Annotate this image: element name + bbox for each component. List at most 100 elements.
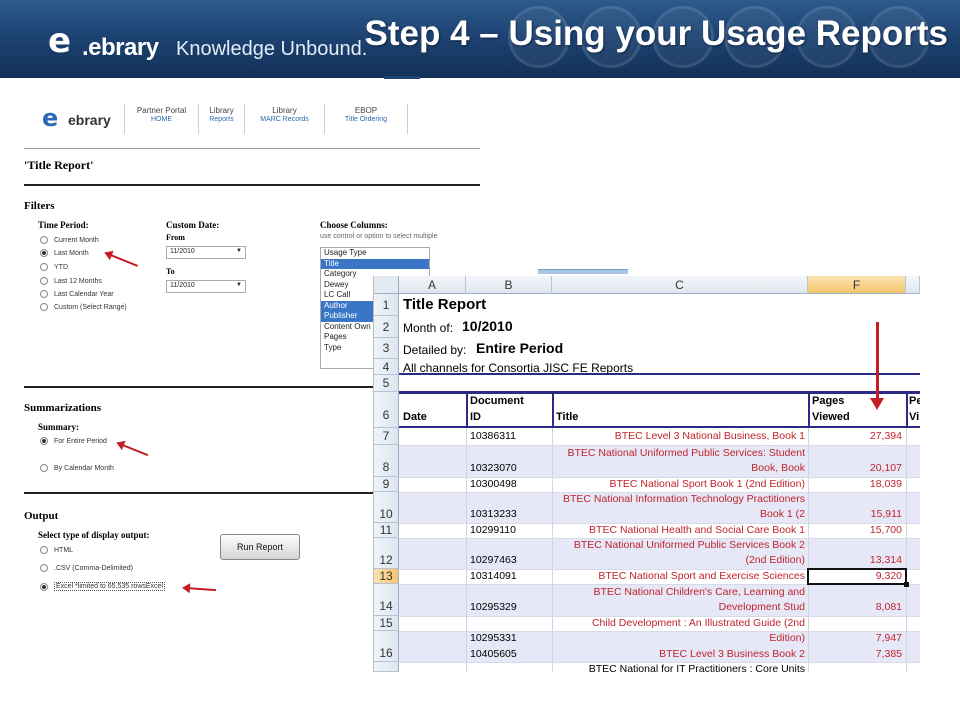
doc-id-cell[interactable]: 10299110 — [470, 524, 516, 536]
header-next[interactable]: Vi — [909, 411, 919, 423]
doc-id-cell[interactable]: 10386311 — [470, 430, 516, 442]
doc-id-cell[interactable]: 10405605 — [470, 648, 517, 660]
pages-cell[interactable]: 15,911 — [812, 508, 902, 520]
radio-button[interactable] — [40, 464, 48, 472]
radio-button[interactable] — [40, 263, 48, 271]
title-cell[interactable]: BTEC Level 3 National Business, Book 1 — [556, 430, 805, 442]
row-header[interactable]: 1 — [374, 294, 399, 316]
pages-cell[interactable]: 7,947 — [812, 632, 902, 644]
title-cell-line2[interactable]: (2nd Edition) — [556, 554, 805, 566]
row-header[interactable]: 3 — [374, 338, 399, 359]
radio-button[interactable] — [40, 290, 48, 298]
radio-custom-range[interactable]: Custom (Select Range) — [40, 303, 127, 311]
doc-id-cell[interactable]: 10295331 — [470, 632, 517, 644]
title-cell-line1[interactable]: BTEC National Uniformed Public Services:… — [556, 447, 805, 459]
header-pages[interactable]: Pages — [812, 395, 844, 407]
radio-last-month[interactable]: Last Month — [40, 249, 89, 257]
row-header-active[interactable]: 13 — [374, 569, 399, 584]
column-header-b[interactable]: B — [466, 276, 552, 294]
row-header[interactable]: 16 — [374, 631, 399, 662]
run-report-button[interactable]: Run Report — [220, 534, 300, 560]
title-cell-line2[interactable]: Edition) — [556, 632, 805, 644]
select-all-corner[interactable] — [374, 276, 399, 294]
row-header[interactable]: 11 — [374, 523, 399, 538]
header-id[interactable]: ID — [470, 411, 481, 423]
doc-id-cell[interactable]: 10300498 — [470, 478, 517, 490]
title-cell[interactable]: BTEC National Sport and Exercise Science… — [556, 570, 805, 582]
pages-cell[interactable]: 13,314 — [812, 554, 902, 566]
doc-id-cell[interactable]: 10295329 — [470, 601, 517, 613]
row-header[interactable]: 8 — [374, 445, 399, 477]
radio-last-12-months[interactable]: Last 12 Months — [40, 277, 102, 285]
month-label-cell[interactable]: Month of: — [403, 321, 453, 335]
title-cell-partial[interactable]: BTEC National for IT Practitioners : Cor… — [556, 663, 805, 672]
doc-id-cell[interactable]: 10323070 — [470, 462, 517, 474]
row-header[interactable]: 2 — [374, 316, 399, 338]
row-header[interactable]: 5 — [374, 375, 399, 392]
radio-button-selected[interactable] — [40, 437, 48, 445]
radio-calendar-month[interactable]: By Calendar Month — [40, 464, 114, 472]
doc-id-cell[interactable]: 10297463 — [470, 554, 517, 566]
nav-library-reports[interactable]: Library Reports — [198, 104, 244, 134]
doc-id-cell[interactable]: 10314091 — [470, 570, 517, 582]
column-header-f[interactable]: F — [808, 276, 906, 294]
detailed-label-cell[interactable]: Detailed by: — [403, 343, 466, 357]
row-header[interactable] — [374, 662, 399, 672]
pages-cell[interactable]: 7,385 — [812, 648, 902, 660]
title-cell-line1[interactable]: BTEC National Children's Care, Learning … — [556, 586, 805, 598]
radio-current-month[interactable]: Current Month — [40, 236, 99, 244]
radio-button-selected[interactable] — [40, 582, 48, 591]
radio-last-calendar-year[interactable]: Last Calendar Year — [40, 290, 114, 298]
column-option[interactable]: Usage Type — [321, 248, 429, 259]
column-option-selected[interactable]: Title — [321, 258, 429, 269]
radio-excel[interactable]: Excel *limited to 65,535 rowsExcel — [40, 582, 165, 591]
header-document[interactable]: Document — [470, 395, 524, 407]
radio-button[interactable] — [40, 546, 48, 554]
title-cell[interactable]: BTEC Level 3 Business Book 2 — [556, 648, 805, 660]
radio-entire-period[interactable]: For Entire Period — [40, 437, 107, 445]
radio-button-selected[interactable] — [40, 249, 48, 257]
month-value-cell[interactable]: 10/2010 — [462, 318, 513, 334]
title-cell-line2[interactable]: Book, Book — [556, 462, 805, 474]
report-title-cell[interactable]: Title Report — [403, 296, 486, 313]
active-cell-outline[interactable] — [807, 568, 909, 587]
detailed-value-cell[interactable]: Entire Period — [476, 340, 563, 356]
row-header[interactable]: 12 — [374, 538, 399, 569]
title-cell-line2[interactable]: Development Stud — [556, 601, 805, 613]
to-date-select[interactable]: 11/2010 ▼ — [166, 280, 246, 293]
column-header-a[interactable]: A — [399, 276, 466, 294]
nav-marc-records[interactable]: Library MARC Records — [244, 104, 324, 134]
title-cell-line1[interactable]: Child Development : An Illustrated Guide… — [556, 617, 805, 629]
title-cell-line1[interactable]: BTEC National Information Technology Pra… — [556, 493, 805, 505]
nav-partner-portal[interactable]: Partner Portal HOME — [124, 104, 198, 134]
header-date[interactable]: Date — [403, 411, 427, 423]
title-cell[interactable]: BTEC National Health and Social Care Boo… — [556, 524, 805, 536]
column-header-next[interactable] — [906, 276, 920, 294]
column-header-c[interactable]: C — [552, 276, 808, 294]
row-header[interactable]: 9 — [374, 477, 399, 492]
row-header[interactable]: 14 — [374, 584, 399, 616]
pages-cell[interactable]: 27,394 — [812, 430, 902, 442]
header-title[interactable]: Title — [556, 411, 578, 423]
channels-cell[interactable]: All channels for Consortia JISC FE Repor… — [403, 361, 633, 375]
title-cell-line2[interactable]: Book 1 (2 — [556, 508, 805, 520]
nav-ebop[interactable]: EBOP Title Ordering — [324, 104, 408, 134]
header-viewed[interactable]: Viewed — [812, 411, 850, 423]
row-header[interactable]: 7 — [374, 428, 399, 445]
title-cell[interactable]: BTEC National Sport Book 1 (2nd Edition) — [556, 478, 805, 490]
radio-csv[interactable]: .CSV (Comma-Delimited) — [40, 564, 133, 572]
radio-html[interactable]: HTML — [40, 546, 73, 554]
pages-cell[interactable]: 8,081 — [812, 601, 902, 613]
radio-button[interactable] — [40, 303, 48, 311]
from-date-select[interactable]: 11/2010 ▼ — [166, 246, 246, 259]
title-cell-line1[interactable]: BTEC National Uniformed Public Services … — [556, 539, 805, 551]
header-next[interactable]: Pe — [909, 395, 920, 407]
row-header[interactable]: 4 — [374, 359, 399, 375]
pages-cell[interactable]: 18,039 — [812, 478, 902, 490]
row-header[interactable]: 15 — [374, 616, 399, 631]
radio-ytd[interactable]: YTD — [40, 263, 68, 271]
radio-button[interactable] — [40, 564, 48, 572]
radio-button[interactable] — [40, 277, 48, 285]
pages-cell[interactable]: 15,700 — [812, 524, 902, 536]
row-header[interactable]: 10 — [374, 492, 399, 523]
